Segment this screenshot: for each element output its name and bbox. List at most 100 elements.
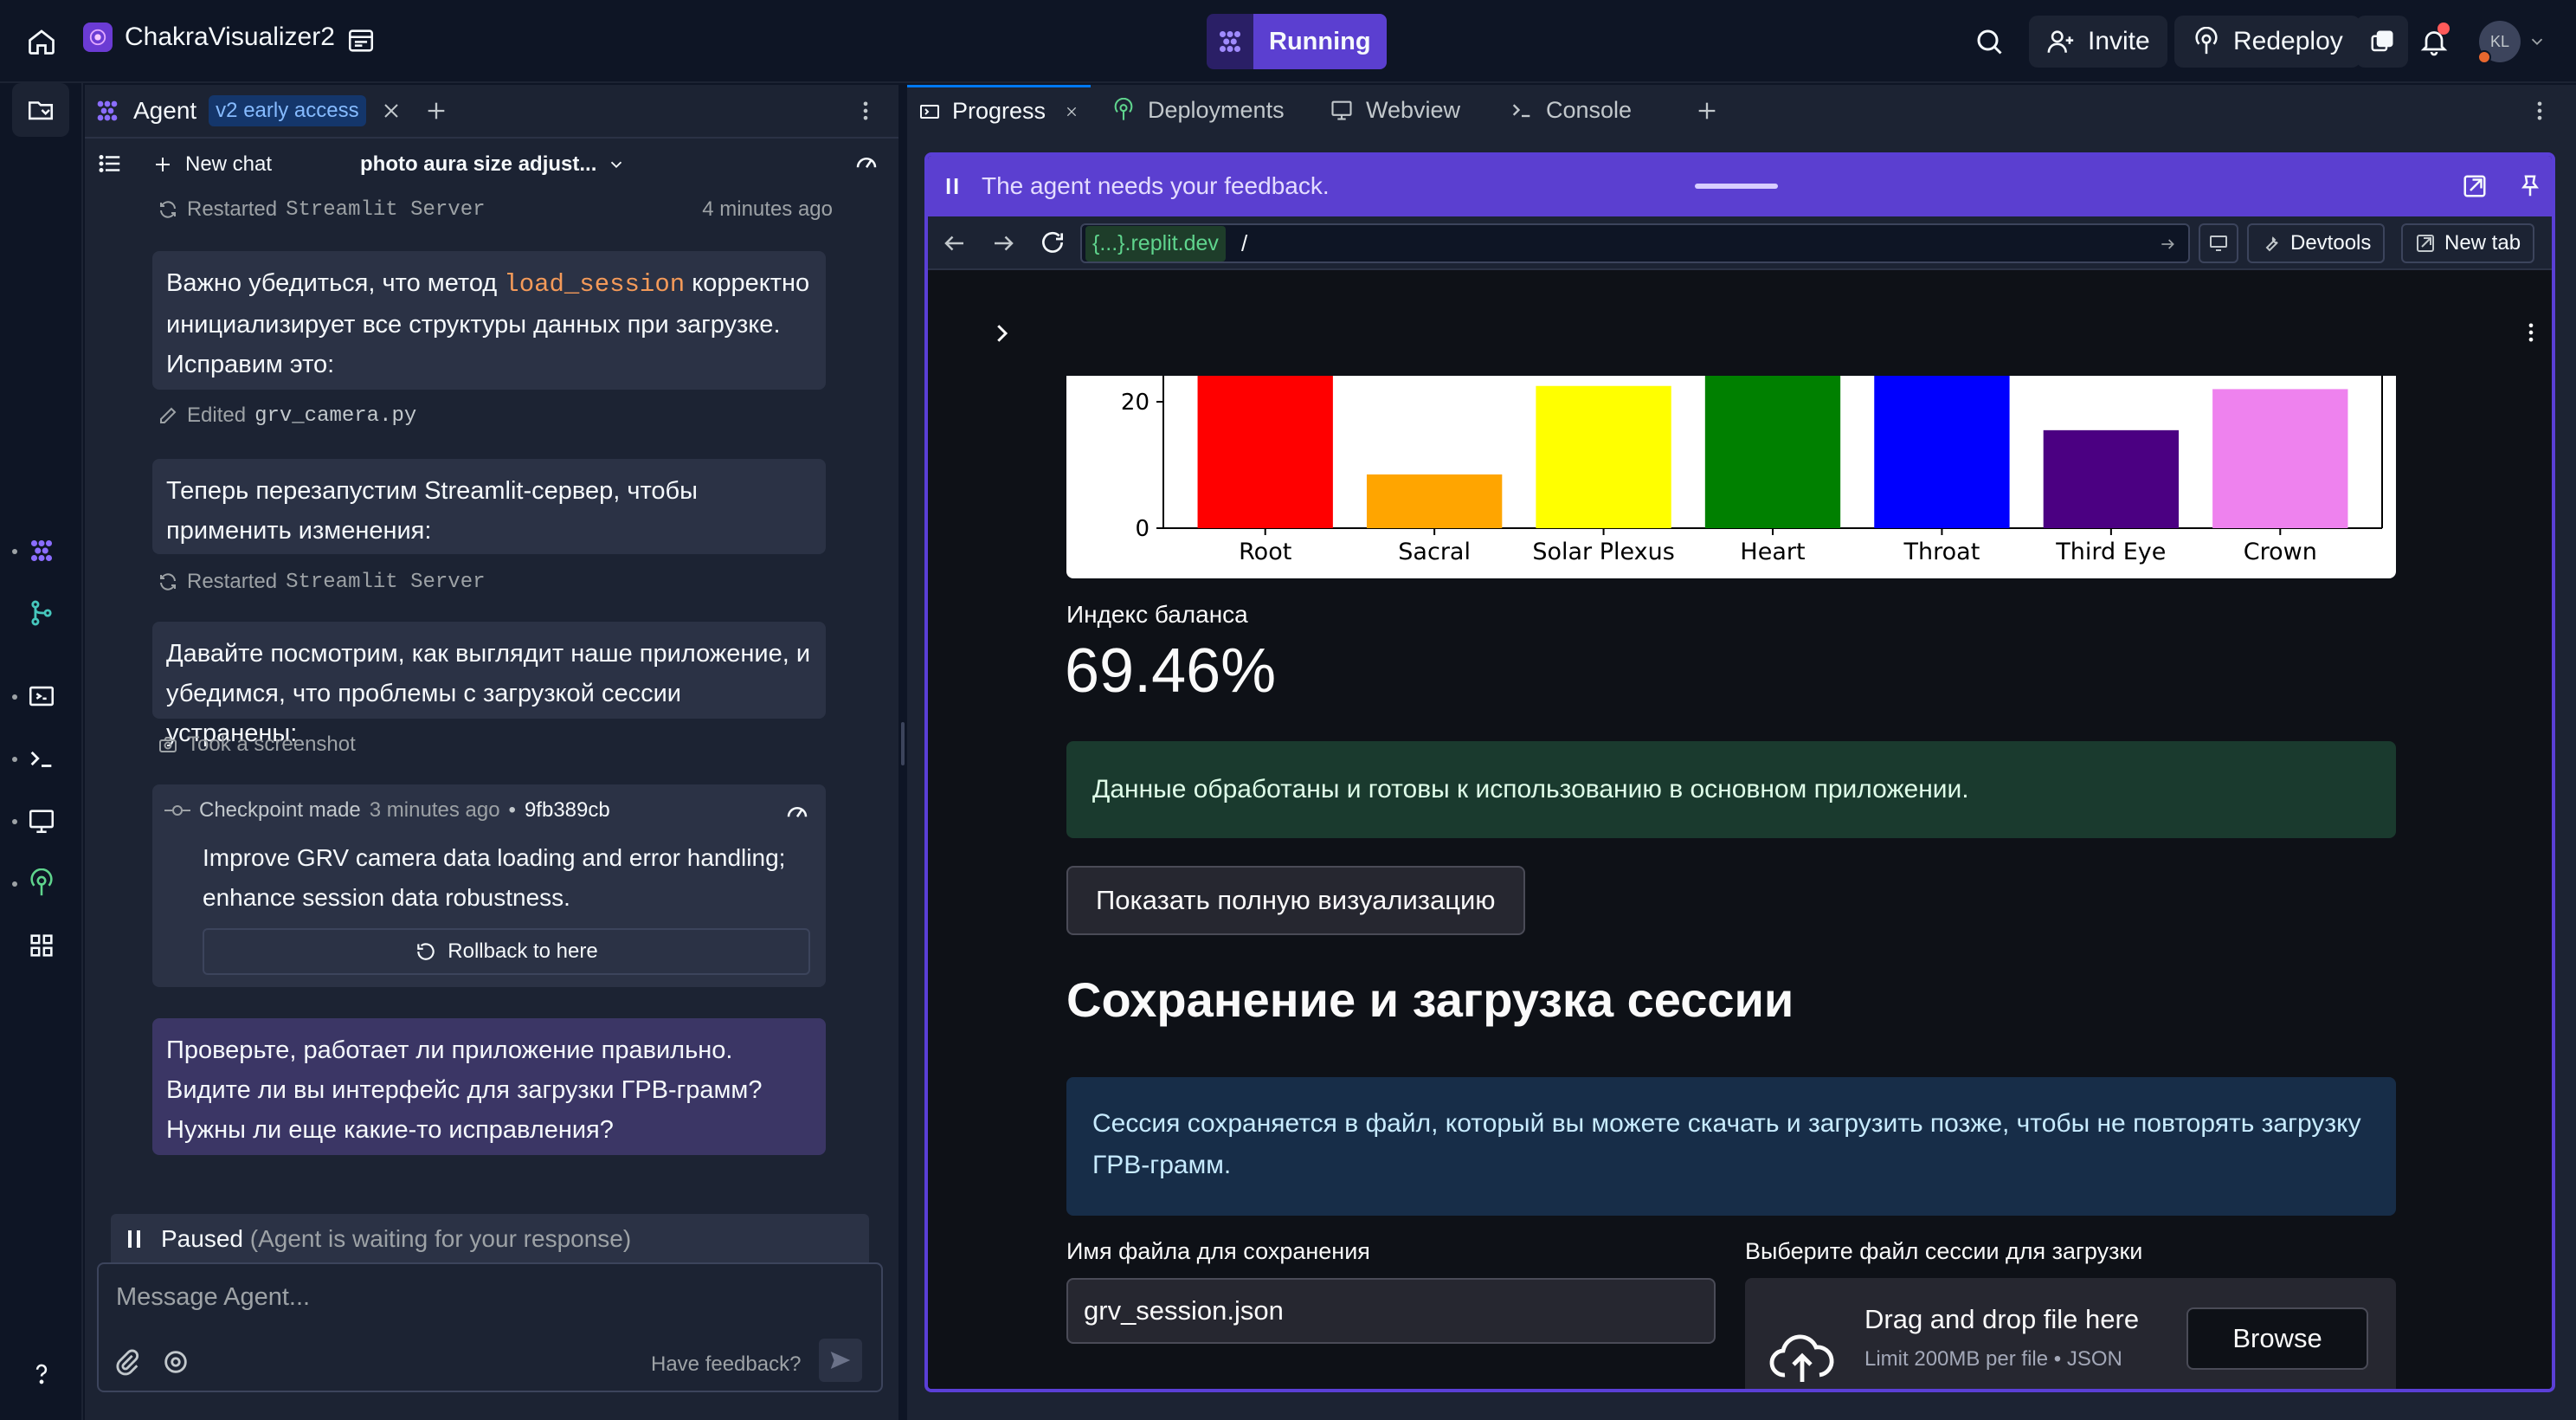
feedback-text: The agent needs your feedback.: [982, 172, 1330, 199]
main-menu-icon[interactable]: [2519, 317, 2543, 348]
message-input-box[interactable]: Message Agent... Have feedback?: [97, 1262, 883, 1392]
more-options-icon[interactable]: [853, 97, 878, 125]
refresh-icon: [160, 573, 176, 591]
back-icon[interactable]: [942, 230, 968, 256]
y-tick-label: 20: [1121, 390, 1150, 416]
redeploy-button[interactable]: Redeploy: [2174, 16, 2360, 68]
bar-crown: [2212, 389, 2348, 528]
run-button[interactable]: Running: [1207, 14, 1387, 69]
x-tick-label: Throat: [1903, 539, 1980, 565]
drag-handle[interactable]: [1695, 184, 1778, 189]
chat-title-dropdown[interactable]: photo aura size adjust...: [360, 149, 626, 180]
webview-icon[interactable]: [24, 804, 59, 838]
redeploy-label: Redeploy: [2233, 27, 2343, 55]
console-icon[interactable]: [24, 741, 59, 776]
rollback-icon: [417, 943, 435, 960]
agent-speed-icon[interactable]: [853, 149, 879, 175]
bar-heart: [1704, 376, 1841, 528]
all-tools-icon[interactable]: [24, 928, 59, 963]
checkpoint-hash[interactable]: 9fb389cb: [525, 798, 610, 823]
message-input[interactable]: Message Agent...: [116, 1283, 310, 1312]
avatar: KL: [2477, 21, 2521, 64]
feedback-link[interactable]: Have feedback?: [651, 1352, 801, 1377]
tab-console[interactable]: Console: [1497, 85, 1644, 135]
screenshot-entry[interactable]: Took a screenshot: [158, 733, 356, 757]
project-logo-icon: [83, 23, 113, 52]
x-tick-label: Heart: [1740, 539, 1805, 565]
new-chat-button[interactable]: New chat: [152, 149, 272, 180]
invite-button[interactable]: Invite: [2029, 16, 2167, 68]
chart-svg: Root Sacral Solar Plexus Heart Throat Third E…: [1121, 376, 2383, 565]
close-icon[interactable]: [1065, 103, 1079, 120]
git-icon[interactable]: [24, 596, 59, 630]
top-bar: ChakraVisualizer2 Running Invite Redeplo…: [0, 0, 2576, 83]
edited-file-entry[interactable]: Edited grv_camera.py: [158, 403, 416, 428]
multiplayer-icon[interactable]: [2356, 16, 2408, 68]
chevron-down-icon: [611, 161, 622, 169]
forward-icon[interactable]: [990, 230, 1016, 256]
agent-tool-icon[interactable]: [24, 533, 59, 568]
section-title: Сохранение и загрузка сессии: [1066, 972, 1794, 1027]
sidebar-expand-icon[interactable]: [989, 320, 1014, 346]
show-visualization-button[interactable]: Показать полную визуализацию: [1066, 866, 1525, 935]
camera-icon: [159, 737, 177, 752]
help-icon[interactable]: [24, 1356, 59, 1391]
webview-frame: The agent needs your feedback. {...}.rep…: [924, 152, 2555, 1392]
cloud-upload-icon: [1769, 1334, 1834, 1382]
left-rail: [0, 83, 83, 1420]
file-tree-icon[interactable]: [12, 83, 69, 137]
run-label: Running: [1269, 27, 1371, 55]
checkpoint-card: Checkpoint made 3 minutes ago • 9fb389cb…: [152, 784, 826, 987]
tab-agent[interactable]: Agent v2 early access: [93, 92, 366, 130]
file-dropzone[interactable]: Drag and drop file here Limit 200MB per …: [1745, 1278, 2396, 1389]
tab-deployments[interactable]: Deployments: [1099, 85, 1297, 135]
bar-third-eye: [2043, 429, 2180, 528]
paused-status: Paused (Agent is waiting for your respon…: [111, 1214, 869, 1264]
new-chat-label: New chat: [185, 152, 273, 176]
attach-icon[interactable]: [113, 1347, 142, 1377]
close-tab-icon[interactable]: [381, 100, 402, 121]
url-path: /: [1240, 229, 1248, 256]
success-alert: Данные обработаны и готовы к использован…: [1066, 741, 2396, 838]
early-access-badge: v2 early access: [209, 95, 366, 126]
rollback-button[interactable]: Rollback to here: [203, 928, 810, 975]
pause-icon[interactable]: [945, 176, 961, 197]
bar-throat: [1874, 376, 2010, 528]
deploy-icon: [1114, 98, 1133, 120]
open-external-icon[interactable]: [2462, 173, 2488, 199]
tab-progress[interactable]: Progress: [907, 85, 1091, 135]
add-tab-icon[interactable]: [1695, 99, 1719, 123]
user-menu[interactable]: KL: [2477, 21, 2547, 64]
checkpoint-speed-icon: [784, 798, 810, 824]
x-tick-label: Root: [1239, 539, 1291, 565]
settings-icon[interactable]: [161, 1347, 190, 1377]
balance-metric-value: 69.46%: [1065, 636, 1277, 706]
upload-label: Выберите файл сессии для загрузки: [1745, 1238, 2143, 1264]
url-field[interactable]: {...}.replit.dev /: [1080, 223, 2190, 263]
devtools-button[interactable]: Devtools: [2247, 223, 2386, 263]
project-details-icon[interactable]: [346, 26, 376, 55]
pin-icon[interactable]: [2517, 173, 2543, 199]
chat-history-icon[interactable]: [97, 151, 123, 177]
notifications-icon[interactable]: [2418, 23, 2450, 57]
workflows-icon[interactable]: [24, 679, 59, 713]
more-options-icon[interactable]: [2528, 97, 2552, 125]
search-icon[interactable]: [1974, 26, 2005, 57]
new-tab-button[interactable]: New tab: [2401, 223, 2535, 263]
browse-button[interactable]: Browse: [2186, 1307, 2368, 1370]
send-button[interactable]: [819, 1339, 862, 1382]
filename-input[interactable]: grv_session.json: [1066, 1278, 1716, 1344]
x-tick-label: Solar Plexus: [1532, 539, 1674, 565]
pause-icon: [128, 1230, 140, 1248]
deployments-icon[interactable]: [24, 866, 59, 900]
reload-icon[interactable]: [1039, 229, 1066, 256]
tab-webview[interactable]: Webview: [1317, 85, 1472, 135]
home-icon[interactable]: [26, 26, 57, 57]
go-icon[interactable]: [2159, 236, 2176, 253]
add-tab-icon[interactable]: [424, 99, 448, 123]
notification-dot: [2438, 23, 2450, 35]
device-toggle-button[interactable]: [2199, 223, 2238, 263]
code-span: load_session: [504, 270, 686, 299]
project-switcher[interactable]: ChakraVisualizer2: [83, 23, 335, 52]
panel-resize-handle[interactable]: [898, 85, 907, 1420]
